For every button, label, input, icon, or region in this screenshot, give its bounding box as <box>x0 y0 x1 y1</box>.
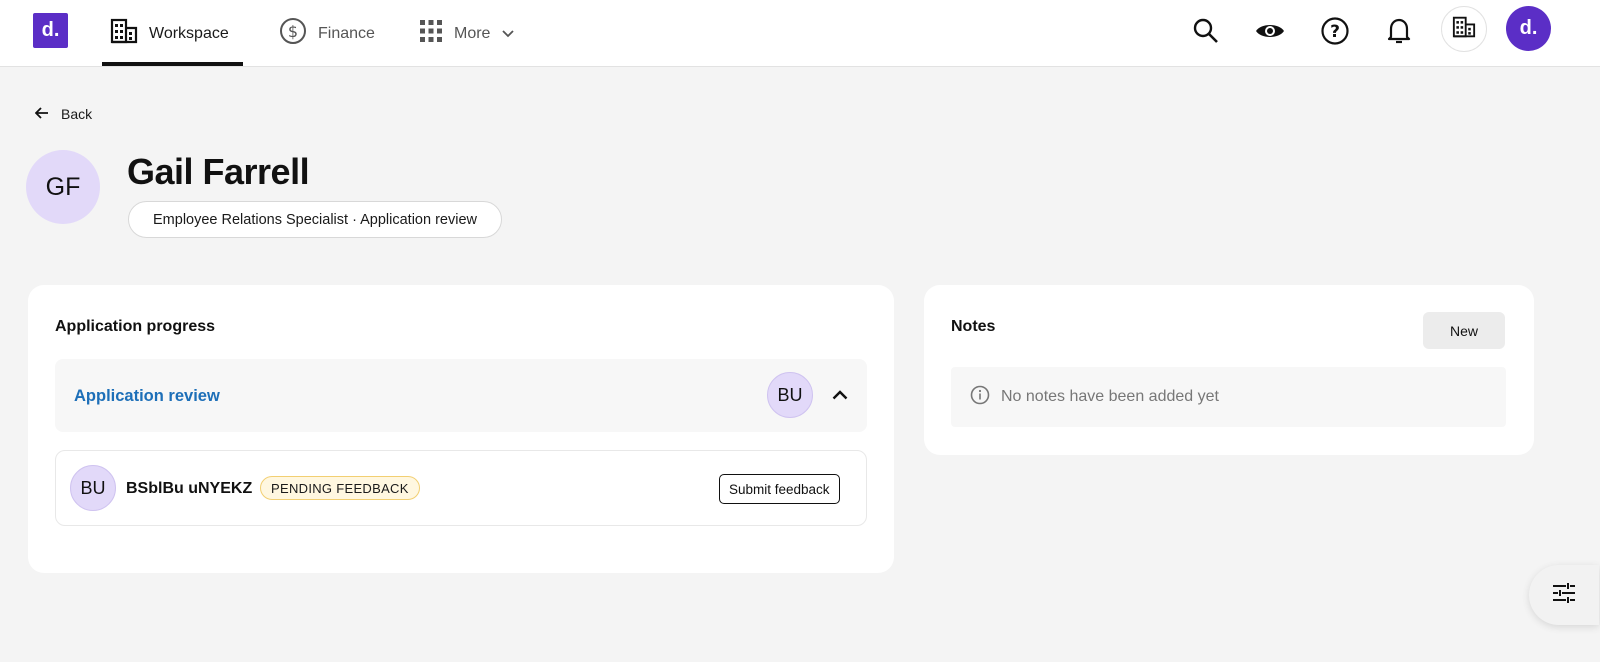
nav-item-label: More <box>454 24 491 42</box>
chevron-up-icon[interactable] <box>828 383 852 407</box>
back-label: Back <box>61 106 93 122</box>
nav-item-label: Finance <box>318 24 375 42</box>
status-badge: PENDING FEEDBACK <box>260 476 420 500</box>
grid-icon <box>419 19 454 48</box>
nav-item-workspace[interactable]: Workspace <box>110 0 229 67</box>
application-progress-card: Application progress Application review … <box>28 285 894 573</box>
dollar-circle-icon: $ <box>279 17 318 50</box>
role-stage-pill: Employee Relations Specialist · Applicat… <box>128 201 502 238</box>
reviewer-row: BU BSblBu uNYEKZ PENDING FEEDBACK Submit… <box>55 450 867 526</box>
stage-row[interactable]: Application review BU <box>55 359 867 432</box>
bell-icon[interactable] <box>1379 11 1419 51</box>
brand-logo[interactable]: d. <box>33 13 68 48</box>
submit-feedback-button[interactable]: Submit feedback <box>719 474 840 504</box>
nav-item-finance[interactable]: $ Finance <box>279 0 375 67</box>
info-icon <box>970 385 1001 410</box>
help-icon[interactable]: ? <box>1315 11 1355 51</box>
notes-card: Notes New No notes have been added yet <box>924 285 1534 455</box>
arrow-left-icon <box>34 106 61 122</box>
svg-text:$: $ <box>288 22 298 41</box>
card-title: Application progress <box>55 318 216 335</box>
nav-item-more[interactable]: More <box>419 0 525 67</box>
notes-empty-text: No notes have been added yet <box>1001 388 1219 405</box>
eye-icon[interactable] <box>1250 11 1290 51</box>
back-link[interactable]: Back <box>34 106 93 122</box>
reviewer-name: BSblBu uNYEKZ <box>126 480 253 497</box>
card-title: Notes <box>951 318 996 335</box>
nav-item-label: Workspace <box>149 24 229 42</box>
notes-empty-state: No notes have been added yet <box>951 367 1506 427</box>
active-tab-indicator <box>102 62 243 66</box>
candidate-avatar: GF <box>26 150 100 224</box>
assignee-avatar: BU <box>767 372 813 418</box>
chevron-down-icon <box>502 25 525 43</box>
top-navigation: d. Workspace $ Finance More ? d. <box>0 0 1600 67</box>
page-title: Gail Farrell <box>127 151 310 192</box>
organization-button[interactable] <box>1441 6 1487 52</box>
filter-settings-button[interactable] <box>1529 565 1599 625</box>
sliders-icon <box>1552 582 1576 609</box>
user-avatar[interactable]: d. <box>1506 6 1551 51</box>
building-icon <box>110 18 149 49</box>
stage-label[interactable]: Application review <box>74 387 220 406</box>
building-icon <box>1452 16 1476 43</box>
new-note-button[interactable]: New <box>1423 312 1505 349</box>
search-icon[interactable] <box>1186 11 1226 51</box>
reviewer-avatar: BU <box>70 465 116 511</box>
svg-text:?: ? <box>1330 22 1340 42</box>
